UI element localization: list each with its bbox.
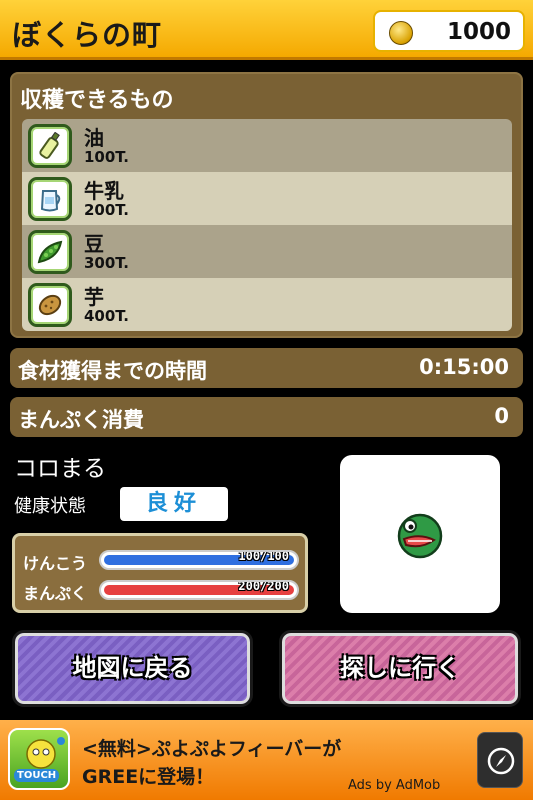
fullness-consume-label: まんぷく消費 (18, 408, 144, 432)
item-time: 100T. (84, 148, 129, 166)
back-to-map-button[interactable]: 地図に戻る (12, 630, 253, 707)
header-bar: ぼくらの町 1000 (0, 0, 533, 60)
ad-banner[interactable]: TOUCH <無料>ぷよぷよフィーバーが GREEに登場！ Ads by AdM… (0, 720, 533, 800)
go-search-button[interactable]: 探しに行く (279, 630, 521, 707)
health-gauge-value: 100/100 (238, 550, 289, 563)
harvest-title: 収穫できるもの (20, 88, 174, 113)
ad-headline: <無料>ぷよぷよフィーバーが (82, 738, 342, 760)
coin-icon (389, 21, 413, 45)
timer-label: 食材獲得までの時間 (18, 359, 207, 383)
timer-value: 0:15:00 (419, 355, 509, 379)
pet-character-icon (397, 513, 443, 559)
potato-icon (28, 283, 72, 327)
oil-bottle-icon (28, 124, 72, 168)
milk-jug-icon (28, 177, 72, 221)
fullness-gauge: 200/200 (99, 580, 299, 600)
item-time: 400T. (84, 307, 129, 325)
fullness-gauge-value: 200/200 (238, 580, 289, 593)
item-time: 300T. (84, 254, 129, 272)
ad-logo-text: TOUCH (14, 769, 60, 782)
item-name: 芋 (84, 285, 104, 309)
list-item[interactable]: 牛乳 200T. (22, 172, 512, 225)
fullness-consume-bar: まんぷく消費 0 (10, 397, 523, 437)
item-name: 牛乳 (84, 179, 124, 203)
ad-attribution: Ads by AdMob (348, 778, 441, 793)
harvest-panel: 収穫できるもの 油 100T. 牛乳 200T. 豆 300T. 芋 400T. (10, 72, 523, 338)
ad-subline: GREEに登場！ (82, 766, 215, 788)
list-item[interactable]: 豆 300T. (22, 225, 512, 278)
coin-counter: 1000 (373, 10, 525, 52)
health-stat-label: けんこう (23, 554, 88, 573)
ad-app-logo[interactable]: TOUCH (8, 728, 70, 790)
item-time: 200T. (84, 201, 129, 219)
item-name: 豆 (84, 232, 104, 256)
fullness-stat-label: まんぷく (23, 584, 88, 603)
health-label: 健康状態 (14, 496, 86, 517)
page-title: ぼくらの町 (12, 18, 163, 52)
pet-name: コロまる (14, 456, 106, 482)
harvest-timer-bar: 食材獲得までの時間 0:15:00 (10, 348, 523, 388)
pet-stats-panel: けんこう 100/100 まんぷく 200/200 (12, 533, 308, 613)
bean-pod-icon (28, 230, 72, 274)
list-item[interactable]: 芋 400T. (22, 278, 512, 331)
health-status-badge: 良好 (120, 487, 228, 521)
list-item[interactable]: 油 100T. (22, 119, 512, 172)
compass-icon[interactable] (477, 732, 523, 788)
health-gauge: 100/100 (99, 550, 299, 570)
fullness-consume-value: 0 (494, 404, 509, 428)
coin-amount: 1000 (446, 19, 511, 45)
item-name: 油 (84, 126, 104, 150)
harvest-list: 油 100T. 牛乳 200T. 豆 300T. 芋 400T. (22, 119, 512, 331)
pet-portrait[interactable] (340, 455, 500, 613)
